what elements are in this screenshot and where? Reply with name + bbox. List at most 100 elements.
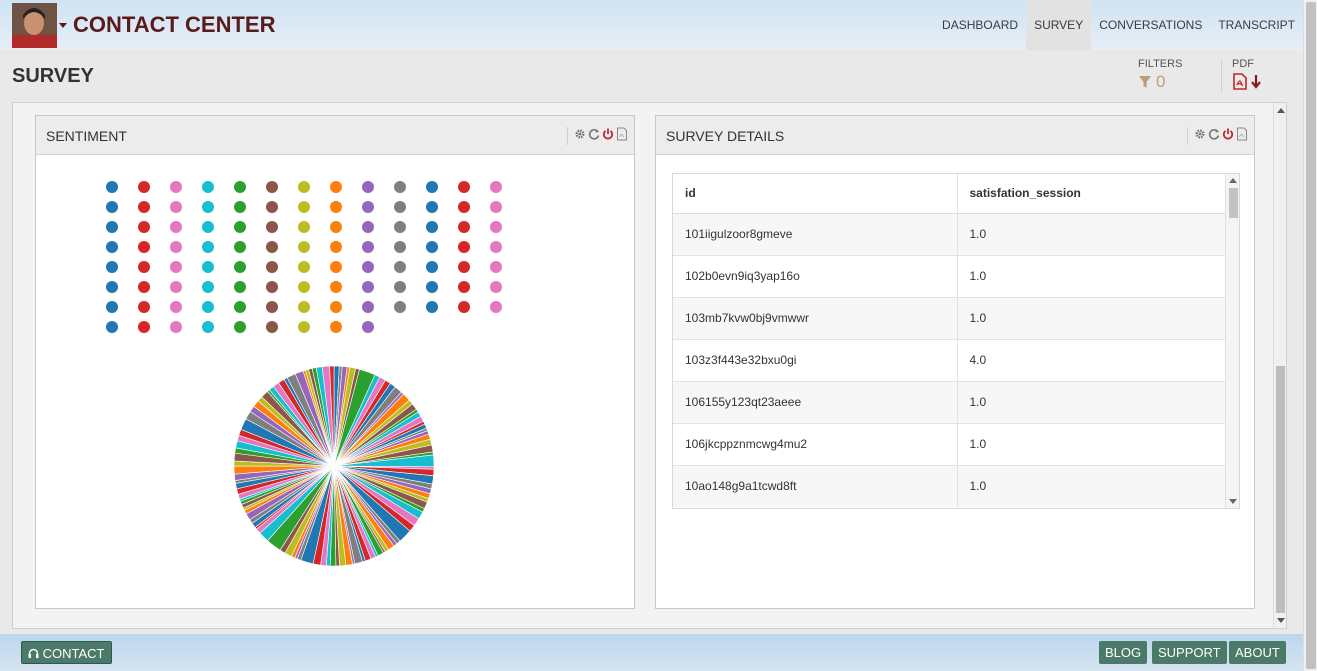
legend-dot [330,261,342,273]
column-header-satisfaction[interactable]: satisfation_session [957,174,1226,214]
legend-dot [426,301,438,313]
window-scroll-thumb[interactable] [1306,2,1316,669]
survey-table: id satisfation_session 101iigulzoor8gmev… [673,174,1226,507]
legend-dot [458,281,470,293]
legend-dot [170,241,182,253]
power-icon[interactable] [1222,127,1234,141]
legend-dot [490,241,502,253]
legend-dot [106,181,118,193]
legend-dot [266,221,278,233]
cell-satisfaction: 4.0 [957,338,1226,381]
legend-dot [394,221,406,233]
gear-icon[interactable] [574,127,586,141]
cell-id: 101iigulzoor8gmeve [673,212,958,255]
scroll-down-arrow-icon[interactable] [1229,499,1237,504]
table-row[interactable]: 103z3f443e32bxu0gi 4.0 [673,338,1226,381]
filter-icon [1139,76,1151,88]
column-header-id[interactable]: id [673,174,958,214]
dashboard-scroll-thumb[interactable] [1276,366,1285,613]
avatar[interactable] [12,3,57,48]
nav-conversations[interactable]: CONVERSATIONS [1091,0,1210,50]
survey-table-container[interactable]: id satisfation_session 101iigulzoor8gmev… [672,173,1240,509]
table-row[interactable]: 106155y123qt23aeee 1.0 [673,380,1226,423]
table-row[interactable]: 102b0evn9iq3yap16o 1.0 [673,254,1226,297]
refresh-icon[interactable] [1208,127,1220,141]
pdf-export-icon[interactable] [616,127,628,141]
legend-dot [234,221,246,233]
legend-dot [234,301,246,313]
nav-transcript[interactable]: TRANSCRIPT [1210,0,1303,50]
table-scrollbar[interactable] [1225,174,1239,508]
legend-dot [394,201,406,213]
pdf-control[interactable]: PDF [1232,58,1261,90]
headset-icon [28,648,39,658]
cell-satisfaction: 1.0 [957,212,1226,255]
legend-dot [234,321,246,333]
legend-dot [202,301,214,313]
download-arrow-icon[interactable] [1251,73,1261,90]
legend-dot [298,281,310,293]
legend-dot [362,181,374,193]
table-row[interactable]: 106jkcppznmcwg4mu2 1.0 [673,422,1226,465]
legend-dot [138,221,150,233]
legend-dot [202,261,214,273]
legend-dot [266,301,278,313]
panel-title-survey-details: SURVEY DETAILS [666,128,785,144]
legend-dot [202,221,214,233]
dashboard-scrollbar[interactable] [1273,103,1286,628]
about-button[interactable]: ABOUT [1229,641,1286,664]
support-button[interactable]: SUPPORT [1152,641,1227,664]
window-scrollbar[interactable] [1303,0,1317,671]
legend-dot [458,201,470,213]
cell-id: 103mb7kvw0bj9vmwwr [673,296,958,339]
legend-dot [490,281,502,293]
refresh-icon[interactable] [588,127,600,141]
legend-dot [170,221,182,233]
top-bar: CONTACT CENTER DASHBOARD SURVEY CONVERSA… [0,0,1303,50]
scroll-up-arrow-icon[interactable] [1277,108,1285,113]
legend-dot [106,281,118,293]
legend-dot [234,181,246,193]
nav-dashboard[interactable]: DASHBOARD [934,0,1026,50]
legend-dot [138,321,150,333]
panel-tools [567,127,628,145]
cell-satisfaction: 1.0 [957,296,1226,339]
nav-survey[interactable]: SURVEY [1026,0,1092,50]
legend-dot [426,181,438,193]
legend-dot [490,301,502,313]
legend-dot [106,241,118,253]
legend-dot [106,301,118,313]
legend-dot [426,241,438,253]
filters-control[interactable]: FILTERS 0 [1138,58,1182,92]
contact-button[interactable]: CONTACT [21,641,112,664]
legend-dot [202,201,214,213]
legend-dot [138,261,150,273]
legend-dot [234,201,246,213]
scroll-down-arrow-icon[interactable] [1277,618,1285,623]
legend-dot [138,201,150,213]
filters-label: FILTERS [1138,58,1183,70]
legend-dot [170,181,182,193]
legend-dot [362,321,374,333]
pdf-file-icon[interactable] [1232,73,1248,90]
toolbar-divider [1221,60,1222,92]
legend-dot [362,281,374,293]
table-scroll-thumb[interactable] [1229,188,1238,218]
legend-dot [362,241,374,253]
blog-button[interactable]: BLOG [1099,641,1148,664]
power-icon[interactable] [602,127,614,141]
legend-dot [330,321,342,333]
table-row[interactable]: 101iigulzoor8gmeve 1.0 [673,212,1226,255]
legend-dot [362,301,374,313]
legend-dot [298,221,310,233]
user-menu-caret-icon[interactable] [59,23,67,28]
gear-icon[interactable] [1194,127,1206,141]
pdf-export-icon[interactable] [1236,127,1248,141]
table-row[interactable]: 10ao148g9a1tcwd8ft 1.0 [673,464,1226,507]
legend-dot [362,261,374,273]
legend-dot [202,241,214,253]
legend-dot [266,261,278,273]
scroll-up-arrow-icon[interactable] [1229,178,1237,183]
legend-dot [298,321,310,333]
table-row[interactable]: 103mb7kvw0bj9vmwwr 1.0 [673,296,1226,339]
